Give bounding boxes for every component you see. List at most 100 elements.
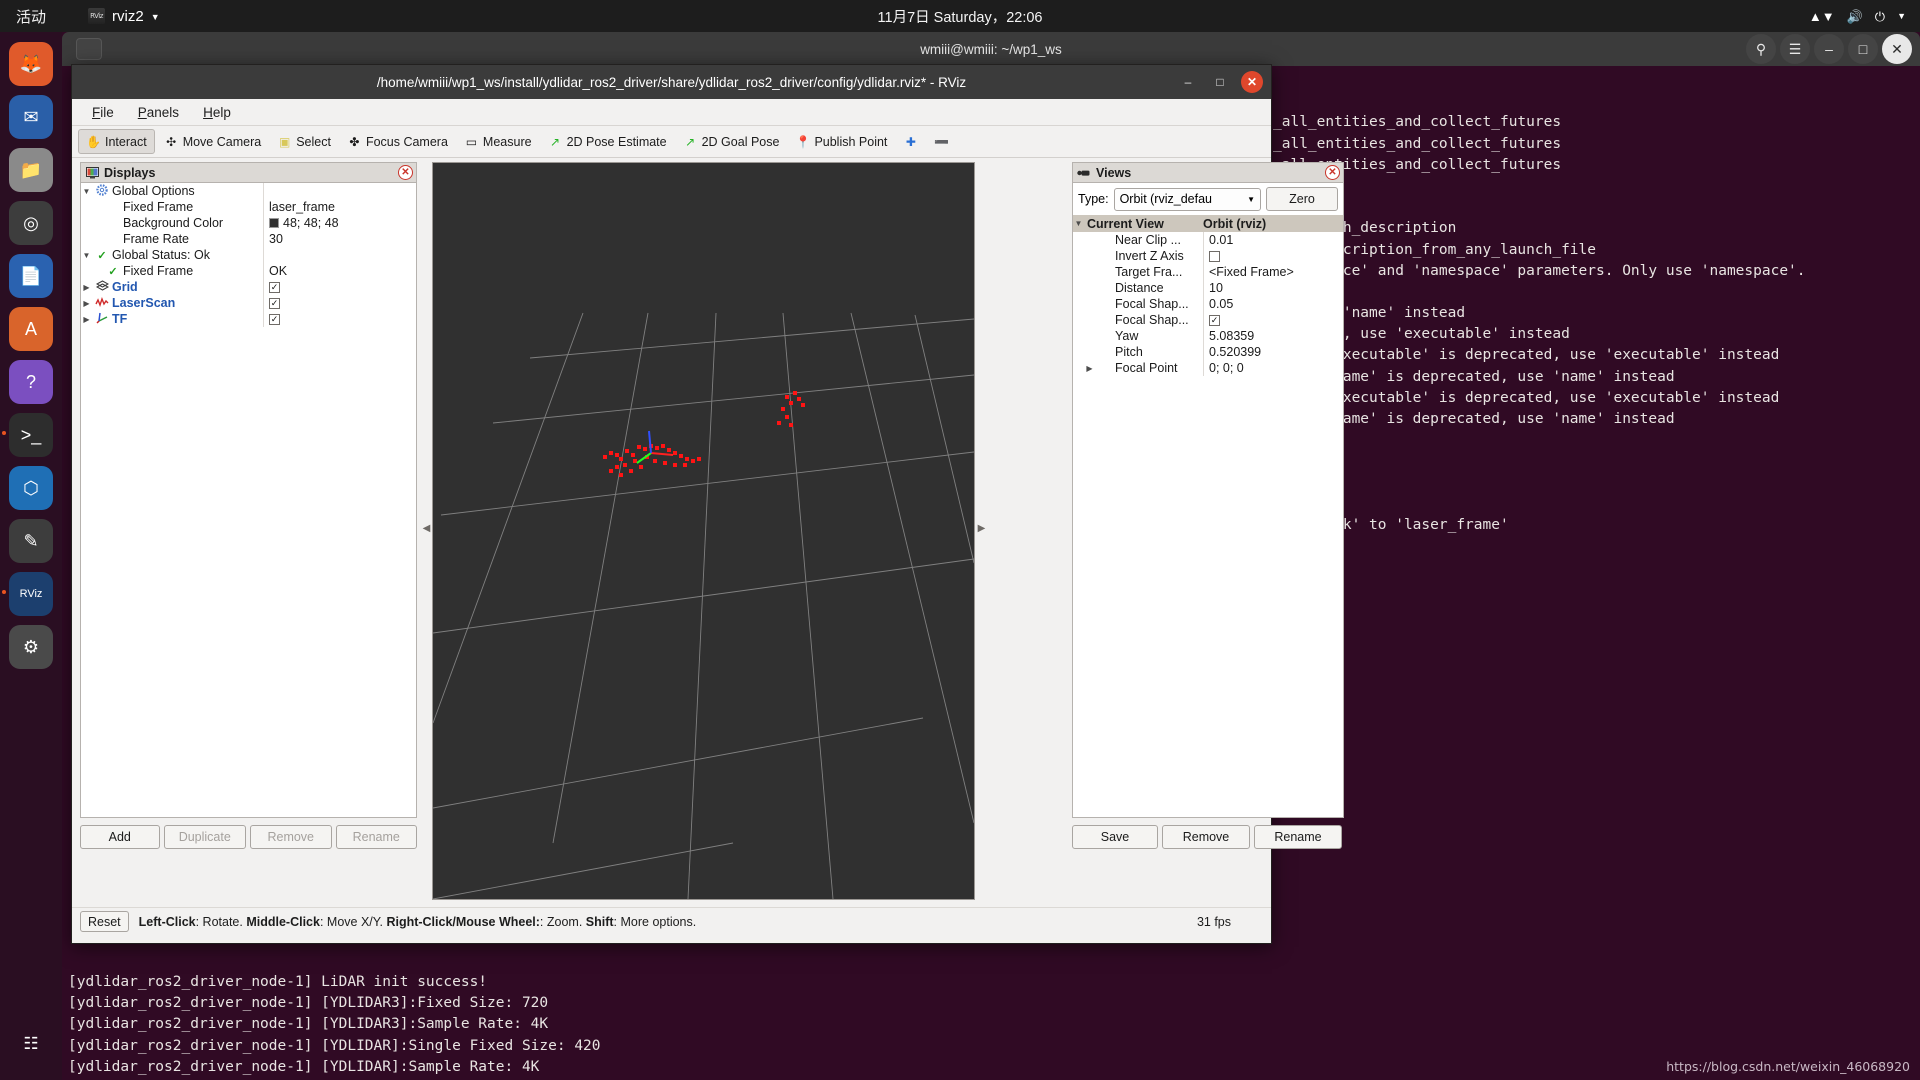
checkbox[interactable]: ✓ (269, 298, 280, 309)
view-row[interactable]: Focal Shap...✓ (1073, 312, 1343, 328)
tool-interact[interactable]: ✋Interact (78, 129, 155, 154)
show-applications-icon[interactable]: ☷ (9, 1022, 53, 1066)
terminal-minimize-button[interactable]: – (1814, 34, 1844, 64)
display-row[interactable]: ▼Global Options (81, 183, 416, 199)
libreoffice-writer-icon[interactable]: 📄 (9, 254, 53, 298)
color-swatch[interactable] (269, 218, 279, 228)
checkbox[interactable]: ✓ (269, 282, 280, 293)
terminal-close-button[interactable]: ✕ (1882, 34, 1912, 64)
expand-arrow-icon[interactable]: ▶ (81, 299, 92, 308)
tool-2d-goal-pose[interactable]: ↗2D Goal Pose (676, 130, 787, 153)
terminal-hamburger-icon[interactable]: ☰ (1780, 34, 1810, 64)
view-row[interactable]: Yaw5.08359 (1073, 328, 1343, 344)
view-row[interactable]: Near Clip ...0.01 (1073, 232, 1343, 248)
tool-add-tool[interactable]: ✚ (896, 130, 925, 153)
rviz-close-button[interactable]: ✕ (1241, 71, 1263, 93)
display-row[interactable]: ▶TF✓ (81, 311, 416, 327)
display-value[interactable]: ✓ (263, 311, 416, 327)
left-splitter[interactable]: ◀ (422, 518, 431, 538)
activities-button[interactable]: 活动 (16, 6, 46, 27)
menu-file[interactable]: File (82, 102, 124, 123)
collapse-arrow-icon[interactable]: ▼ (81, 251, 92, 260)
display-row[interactable]: ▶Grid✓ (81, 279, 416, 295)
display-value[interactable]: 30 (263, 231, 416, 247)
tool-measure[interactable]: ▭Measure (457, 130, 539, 153)
tool-2d-pose-estimate[interactable]: ↗2D Pose Estimate (541, 130, 674, 153)
display-row[interactable]: ▼✓Global Status: Ok (81, 247, 416, 263)
reset-button[interactable]: Reset (80, 911, 129, 932)
collapse-arrow-icon[interactable]: ▼ (1073, 219, 1084, 228)
view-value[interactable]: 0.05 (1203, 296, 1343, 312)
collapse-arrow-icon[interactable]: ▼ (81, 187, 92, 196)
right-splitter[interactable]: ▶ (977, 518, 986, 538)
view-row[interactable]: ▶Focal Point0; 0; 0 (1073, 360, 1343, 376)
display-value[interactable]: OK (263, 263, 416, 279)
terminal-maximize-button[interactable]: □ (1848, 34, 1878, 64)
tool-remove-tool[interactable]: ➖ (927, 130, 956, 153)
view-row[interactable]: Focal Shap...0.05 (1073, 296, 1343, 312)
tool-select[interactable]: ▣Select (270, 130, 338, 153)
menu-help[interactable]: Help (193, 102, 241, 123)
files-icon[interactable]: 📁 (9, 148, 53, 192)
display-row[interactable]: ▶LaserScan✓ (81, 295, 416, 311)
display-row[interactable]: ✓Fixed FrameOK (81, 263, 416, 279)
rviz-minimize-button[interactable]: – (1177, 71, 1199, 93)
rhythmbox-icon[interactable]: ◎ (9, 201, 53, 245)
system-tray[interactable]: ▲▼ 🔊 ⏻ ▼ (1809, 10, 1906, 23)
firefox-icon[interactable]: 🦊 (9, 42, 53, 86)
view-row[interactable]: Distance10 (1073, 280, 1343, 296)
save-view-button[interactable]: Save (1072, 825, 1158, 849)
rename-view-button[interactable]: Rename (1254, 825, 1342, 849)
view-row[interactable]: Pitch0.520399 (1073, 344, 1343, 360)
display-row[interactable]: Fixed Framelaser_frame (81, 199, 416, 215)
terminal-search-icon[interactable]: ⚲ (1746, 34, 1776, 64)
help-icon[interactable]: ? (9, 360, 53, 404)
views-tree[interactable]: Near Clip ...0.01Invert Z AxisTarget Fra… (1073, 232, 1343, 376)
tool-move-camera[interactable]: ✣Move Camera (157, 130, 269, 153)
tool-focus-camera[interactable]: ✤Focus Camera (340, 130, 455, 153)
clock[interactable]: 11月7日 Saturday，22:06 (0, 6, 1920, 27)
view-value[interactable]: <Fixed Frame> (1203, 264, 1343, 280)
ubuntu-software-icon[interactable]: A (9, 307, 53, 351)
view-row[interactable]: Target Fra...<Fixed Frame> (1073, 264, 1343, 280)
display-value[interactable]: ✓ (263, 279, 416, 295)
text-editor-icon[interactable]: ✎ (9, 519, 53, 563)
rviz-icon[interactable]: RViz (9, 572, 53, 616)
display-row[interactable]: Background Color48; 48; 48 (81, 215, 416, 231)
view-value[interactable]: 0; 0; 0 (1203, 360, 1343, 376)
display-value[interactable]: 48; 48; 48 (263, 215, 416, 231)
view-type-select[interactable]: Orbit (rviz_defau ▼ (1114, 188, 1261, 211)
3d-render-view[interactable] (432, 162, 975, 900)
view-value[interactable] (1203, 248, 1343, 264)
display-value[interactable]: ✓ (263, 295, 416, 311)
remove-view-button[interactable]: Remove (1162, 825, 1250, 849)
vscode-icon[interactable]: ⬡ (9, 466, 53, 510)
view-row[interactable]: Invert Z Axis (1073, 248, 1343, 264)
tool-publish-point[interactable]: 📍Publish Point (788, 130, 894, 153)
expand-arrow-icon[interactable]: ▶ (81, 315, 92, 324)
app-menu[interactable]: RViz rviz2 ▼ (88, 8, 160, 25)
views-close-icon[interactable]: ✕ (1325, 165, 1340, 180)
view-value[interactable]: 0.01 (1203, 232, 1343, 248)
displays-close-icon[interactable]: ✕ (398, 165, 413, 180)
menu-panels[interactable]: Panels (128, 102, 189, 123)
view-value[interactable]: 10 (1203, 280, 1343, 296)
view-value[interactable]: 5.08359 (1203, 328, 1343, 344)
display-row[interactable]: Frame Rate30 (81, 231, 416, 247)
expand-arrow-icon[interactable]: ▶ (81, 283, 92, 292)
thunderbird-icon[interactable]: ✉ (9, 95, 53, 139)
displays-tree[interactable]: ▼Global OptionsFixed Framelaser_frameBac… (81, 183, 416, 327)
view-value[interactable]: 0.520399 (1203, 344, 1343, 360)
expand-arrow-icon[interactable]: ▶ (1084, 364, 1095, 373)
rviz-maximize-button[interactable]: □ (1209, 71, 1231, 93)
checkbox[interactable]: ✓ (1209, 315, 1220, 326)
checkbox[interactable]: ✓ (269, 314, 280, 325)
view-value[interactable]: ✓ (1203, 312, 1343, 328)
checkbox[interactable] (1209, 251, 1220, 262)
terminal-menu-button[interactable] (76, 38, 102, 60)
settings-icon[interactable]: ⚙ (9, 625, 53, 669)
terminal-icon[interactable]: >_ (9, 413, 53, 457)
add-display-button[interactable]: Add (80, 825, 160, 849)
display-value[interactable]: laser_frame (263, 199, 416, 215)
zero-button[interactable]: Zero (1266, 187, 1338, 211)
